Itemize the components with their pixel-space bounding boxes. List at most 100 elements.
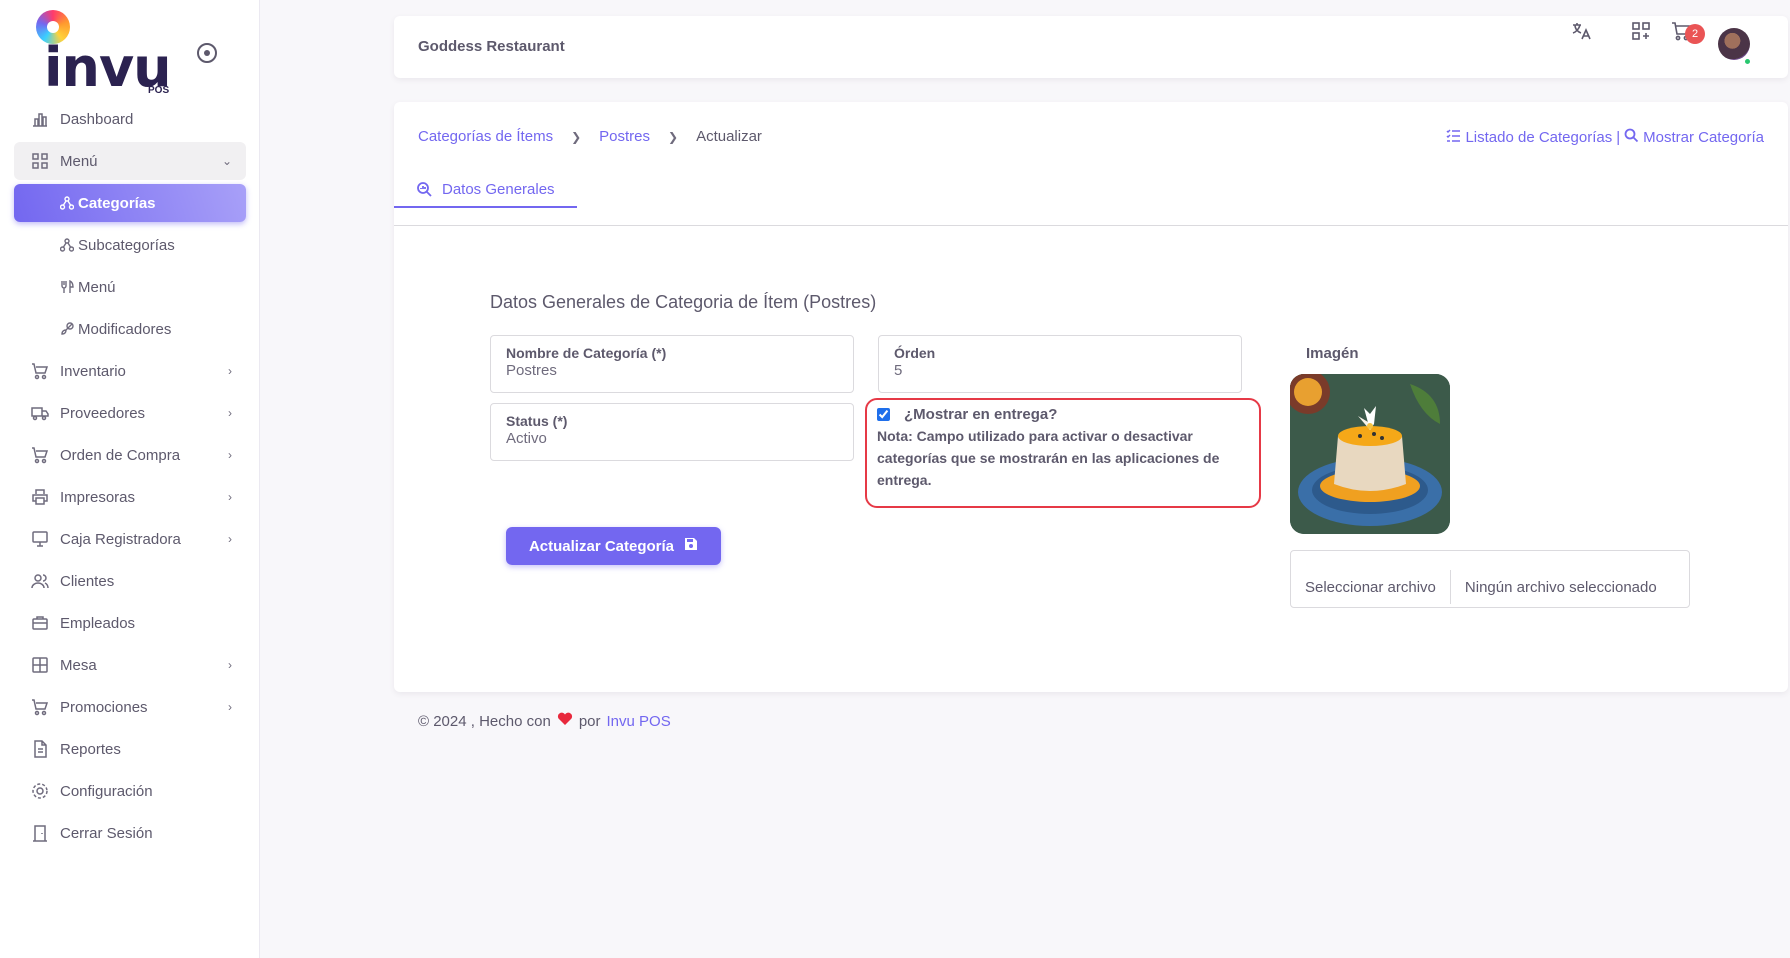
actions-divider: | — [1616, 129, 1621, 146]
sidebar-nav: Dashboard Menú ⌄ Categorías Subcategoría… — [14, 100, 246, 856]
status-field[interactable]: Status (*) Activo — [490, 403, 854, 461]
sidebar-item-promociones[interactable]: Promociones › — [14, 688, 246, 726]
printer-icon — [30, 487, 50, 507]
restaurant-name: Goddess Restaurant — [418, 38, 565, 55]
show-in-delivery-checkbox[interactable] — [877, 408, 890, 421]
sidebar-item-orden-compra[interactable]: Orden de Compra › — [14, 436, 246, 474]
sidebar-subitem-label: Menú — [78, 278, 116, 296]
logo-sub: POS — [148, 85, 170, 96]
truck-icon — [30, 403, 50, 423]
cart-icon — [30, 697, 50, 717]
file-upload[interactable]: Seleccionar archivo Ningún archivo selec… — [1290, 550, 1690, 608]
choose-file-button[interactable]: Seleccionar archivo — [1291, 570, 1451, 604]
field-label: Nombre de Categoría (*) — [506, 345, 667, 361]
sitemap-icon — [60, 238, 76, 252]
sidebar-item-dashboard[interactable]: Dashboard — [14, 100, 246, 138]
order-field[interactable]: Órden 5 — [878, 335, 1242, 393]
sidebar-subitem-subcategorias[interactable]: Subcategorías — [14, 226, 246, 264]
register-icon — [30, 529, 50, 549]
sidebar-item-label: Proveedores — [60, 404, 146, 422]
category-name-field[interactable]: Nombre de Categoría (*) Postres — [490, 335, 854, 393]
footer: © 2024 , Hecho con por Invu POS — [418, 712, 671, 730]
sidebar-subitem-categorias[interactable]: Categorías — [14, 184, 246, 222]
chevron-right-icon: › — [228, 364, 232, 378]
delivery-option-box: ¿Mostrar en entrega? Nota: Campo utiliza… — [865, 398, 1261, 508]
status-select[interactable]: Activo — [506, 430, 838, 447]
order-input[interactable]: 5 — [894, 362, 1226, 379]
form-title: Datos Generales de Categoria de Ítem (Po… — [490, 292, 877, 312]
field-label: Órden — [894, 345, 936, 361]
sidebar-item-empleados[interactable]: Empleados — [14, 604, 246, 642]
sidebar-item-configuracion[interactable]: Configuración — [14, 772, 246, 810]
footer-text: © 2024 , Hecho con — [418, 712, 551, 730]
chevron-right-icon: › — [228, 532, 232, 546]
cart-icon — [30, 445, 50, 465]
tab-datos-generales[interactable]: Datos Generales — [394, 172, 577, 208]
chevron-right-icon: › — [228, 448, 232, 462]
sidebar-item-menu[interactable]: Menú ⌄ — [14, 142, 246, 180]
cart-icon — [30, 361, 50, 381]
sidebar-item-label: Configuración — [60, 782, 153, 800]
tab-divider — [394, 225, 1788, 226]
sidebar-collapse-icon[interactable] — [197, 43, 217, 63]
breadcrumb-categorias[interactable]: Categorías de Ítems — [418, 128, 553, 145]
sidebar-subitem-label: Subcategorías — [78, 236, 175, 254]
brush-icon — [60, 322, 76, 336]
sitemap-icon — [60, 196, 76, 210]
footer-link[interactable]: Invu POS — [607, 713, 671, 730]
breadcrumb-current: Actualizar — [696, 128, 762, 145]
sidebar-item-reportes[interactable]: Reportes — [14, 730, 246, 768]
translate-icon[interactable] — [1568, 18, 1594, 44]
chevron-right-icon: › — [228, 658, 232, 672]
save-icon — [684, 537, 698, 555]
category-image — [1290, 374, 1450, 534]
sidebar-item-clientes[interactable]: Clientes — [14, 562, 246, 600]
online-status-dot — [1743, 57, 1752, 66]
list-categories-link[interactable]: Listado de Categorías — [1465, 129, 1612, 146]
sidebar-item-label: Orden de Compra — [60, 446, 181, 464]
sidebar-subitem-label: Modificadores — [78, 320, 172, 338]
file-name: Ningún archivo seleccionado — [1464, 578, 1657, 596]
category-name-input[interactable]: Postres — [506, 362, 838, 379]
breadcrumb-postres[interactable]: Postres — [599, 128, 650, 145]
chevron-right-icon: › — [228, 406, 232, 420]
heart-icon — [557, 712, 573, 730]
button-label: Actualizar Categoría — [528, 537, 675, 555]
chevron-right-icon: ❯ — [571, 129, 582, 144]
sidebar: invu POS Dashboard Menú ⌄ Categorías Sub… — [0, 0, 260, 958]
update-category-button[interactable]: Actualizar Categoría — [506, 527, 721, 565]
fork-knife-icon — [60, 280, 76, 294]
chevron-right-icon: › — [228, 490, 232, 504]
sidebar-item-label: Menú — [60, 152, 98, 170]
breadcrumb: Categorías de Ítems ❯ Postres ❯ Actualiz… — [418, 128, 762, 145]
sidebar-item-label: Dashboard — [60, 110, 134, 128]
sidebar-item-proveedores[interactable]: Proveedores › — [14, 394, 246, 432]
file-icon — [30, 739, 50, 759]
tab-label: Datos Generales — [442, 180, 555, 198]
sidebar-item-impresoras[interactable]: Impresoras › — [14, 478, 246, 516]
sidebar-item-mesa[interactable]: Mesa › — [14, 646, 246, 684]
main-card: Categorías de Ítems ❯ Postres ❯ Actualiz… — [394, 102, 1788, 692]
add-widget-icon[interactable] — [1628, 18, 1654, 44]
sidebar-item-label: Caja Registradora — [60, 530, 181, 548]
sidebar-subitem-menu[interactable]: Menú — [14, 268, 246, 306]
sidebar-subitem-modificadores[interactable]: Modificadores — [14, 310, 246, 348]
show-category-link[interactable]: Mostrar Categoría — [1643, 129, 1764, 146]
delivery-question: ¿Mostrar en entrega? — [904, 406, 1058, 423]
sidebar-item-caja-registradora[interactable]: Caja Registradora › — [14, 520, 246, 558]
sidebar-item-cerrar-sesion[interactable]: Cerrar Sesión — [14, 814, 246, 852]
bar-chart-icon — [30, 109, 50, 129]
sidebar-item-label: Cerrar Sesión — [60, 824, 153, 842]
door-icon — [30, 823, 50, 843]
sidebar-item-label: Empleados — [60, 614, 136, 632]
image-label: Imagén — [1306, 345, 1359, 362]
sidebar-subitem-label: Categorías — [78, 194, 156, 212]
cart-count-badge: 2 — [1685, 24, 1705, 44]
gear-icon — [30, 781, 50, 801]
sidebar-item-label: Impresoras — [60, 488, 136, 506]
sidebar-item-inventario[interactable]: Inventario › — [14, 352, 246, 390]
field-label: Status (*) — [506, 413, 568, 429]
avatar[interactable] — [1718, 28, 1750, 60]
invu-logo[interactable]: invu POS — [34, 8, 184, 98]
chevron-right-icon: › — [228, 700, 232, 714]
